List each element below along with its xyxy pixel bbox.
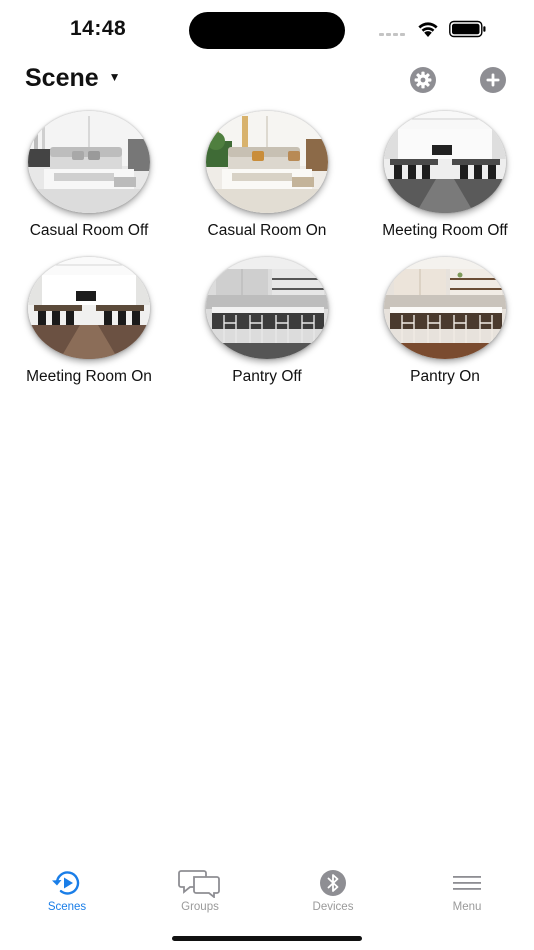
tab-menu[interactable]: Menu — [400, 860, 534, 918]
wifi-icon — [418, 22, 438, 37]
page-title: Scene — [25, 64, 99, 92]
scene-tile-pantry-off[interactable]: Pantry Off — [178, 254, 356, 394]
status-bar: 14:48 — [0, 0, 534, 60]
scene-label: Pantry On — [410, 368, 480, 385]
scene-label: Meeting Room On — [26, 368, 152, 385]
scene-image-pantry — [384, 257, 506, 359]
scene-tile-meeting-room-off[interactable]: Meeting Room Off — [356, 108, 534, 248]
caret-down-icon: ▼ — [108, 69, 121, 84]
tab-groups[interactable]: Groups — [133, 860, 267, 918]
battery-icon — [449, 20, 486, 38]
plus-icon — [480, 67, 506, 93]
tab-devices[interactable]: Devices — [266, 860, 400, 918]
cellular-signal-icon — [379, 33, 407, 36]
scene-tile-casual-room-off[interactable]: Casual Room Off — [0, 108, 178, 248]
play-circle-icon — [45, 868, 89, 898]
scene-image-pantry — [206, 257, 328, 359]
scene-image-living-room — [28, 111, 150, 213]
scene-label: Pantry Off — [232, 368, 302, 385]
scene-image-meeting-room — [384, 111, 506, 213]
settings-button[interactable] — [409, 66, 437, 94]
scene-label: Casual Room Off — [29, 222, 149, 239]
tab-scenes[interactable]: Scenes — [0, 860, 134, 918]
scene-tile-pantry-on[interactable]: Pantry On — [356, 254, 534, 394]
tab-label: Scenes — [47, 901, 87, 913]
scene-tile-casual-room-on[interactable]: Casual Room On — [178, 108, 356, 248]
add-scene-button[interactable] — [479, 66, 507, 94]
scene-label: Meeting Room Off — [382, 222, 508, 239]
tab-label: Menu — [452, 901, 482, 913]
header: Scene ▼ — [0, 60, 534, 100]
tab-label: Groups — [181, 901, 219, 913]
dynamic-island — [189, 12, 345, 49]
tab-label: Devices — [312, 901, 354, 913]
scene-title-dropdown[interactable]: Scene ▼ — [25, 64, 121, 93]
scene-image-meeting-room — [28, 257, 150, 359]
bluetooth-icon — [311, 868, 355, 898]
hamburger-icon — [445, 868, 489, 898]
scene-label: Casual Room On — [207, 222, 327, 239]
gear-icon — [410, 67, 436, 93]
scene-tile-meeting-room-on[interactable]: Meeting Room On — [0, 254, 178, 394]
status-time: 14:48 — [70, 17, 127, 40]
scene-image-living-room — [206, 111, 328, 213]
tab-bar: Scenes Groups Devices Menu — [0, 860, 534, 920]
chat-bubbles-icon — [178, 868, 222, 898]
home-indicator[interactable] — [172, 936, 362, 941]
